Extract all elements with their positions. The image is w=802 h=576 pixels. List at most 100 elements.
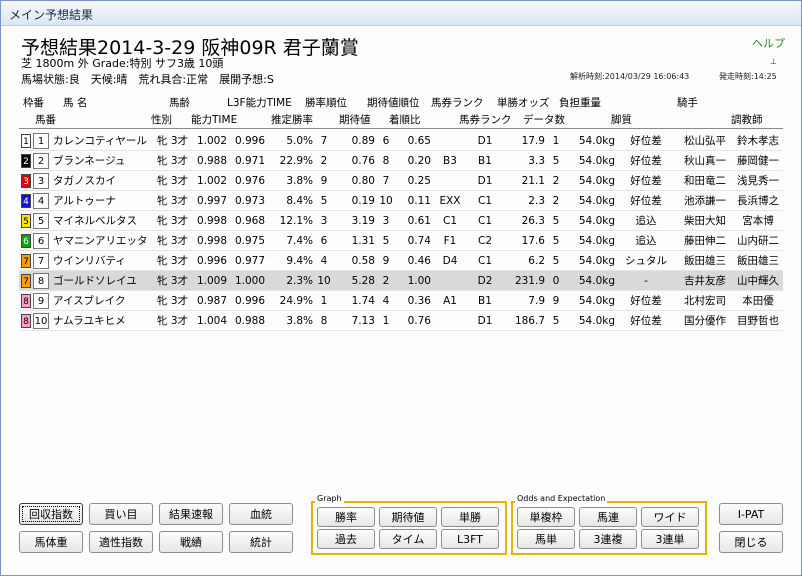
horse-name: ヤマニンアリエッタ — [53, 230, 157, 251]
trainer: 山中輝久 — [733, 270, 783, 291]
table-row[interactable]: 1 1 カレンコティヤール牝 3才 1.002 0.996 5.0% 7 0.89 6 0.65 D… — [19, 131, 783, 151]
ability-time: 0.988 — [227, 310, 265, 331]
horse-number: 9 — [33, 292, 49, 309]
data-count: 1 — [545, 131, 567, 151]
burden-weight: 54.0kg — [567, 250, 615, 271]
track-conditions: 馬場状態:良 天候:晴 荒れ具合:正常 展開予想:S — [21, 73, 274, 86]
est-prob: 8.4% — [265, 190, 313, 211]
sex-age: 牝 3才 — [157, 270, 193, 291]
analysis-time: 解析時刻:2014/03/29 16:06:43 — [570, 72, 690, 81]
bet-mark — [431, 131, 469, 151]
data-count: 0 — [545, 270, 567, 291]
recovery-index-button[interactable]: 回収指数 — [19, 503, 83, 525]
prob-rank: 10 — [313, 270, 335, 291]
horse-weight-button[interactable]: 馬体重 — [19, 531, 83, 553]
win-odds: 7.9 — [501, 290, 545, 311]
odds-wide-button[interactable]: ワイド — [641, 507, 699, 527]
graph-win-button[interactable]: 単勝 — [441, 507, 499, 527]
finish-ratio: 0.25 — [397, 170, 431, 191]
hdr-umaban: 馬番 — [35, 114, 56, 126]
close-button[interactable]: 閉じる — [719, 531, 783, 553]
table-row[interactable]: 7 8 ゴールドソレイユ牝 3才 1.009 1.000 2.3% 10 5.28 2 1.00 D… — [19, 270, 783, 291]
burden-weight: 54.0kg — [567, 310, 615, 331]
expected-value: 5.28 — [335, 270, 375, 291]
l3f-time: 1.009 — [193, 270, 227, 291]
graph-l3ft-button[interactable]: L3FT — [441, 529, 499, 549]
frame-number-cell: 78 — [19, 270, 53, 291]
graph-past-button[interactable]: 過去 — [317, 529, 375, 549]
table-row[interactable]: 8 10 ナムラユキヒメ牝 3才 1.004 0.988 3.8% 8 7.13 1 0.76 D1… — [19, 310, 783, 331]
graph-win-rate-button[interactable]: 勝率 — [317, 507, 375, 527]
title-bar[interactable]: メイン予想結果 — [1, 1, 801, 26]
sex-age: 牝 3才 — [157, 150, 193, 171]
horse-name: マイネルベルタス — [53, 210, 157, 231]
burden-weight: 54.0kg — [567, 210, 615, 231]
bet-rank: C1 — [469, 210, 501, 231]
graph-expectation-button[interactable]: 期待値 — [379, 507, 437, 527]
ipat-button[interactable]: I-PAT — [719, 503, 783, 525]
table-row[interactable]: 5 5 マイネルベルタス牝 3才 0.998 0.968 12.1% 3 3.19 3 0.61 C… — [19, 210, 783, 231]
prob-rank: 2 — [313, 150, 335, 171]
data-count: 2 — [545, 190, 567, 211]
hdr-bet-rank: 馬券ランク — [431, 97, 484, 109]
horse-name: タガノスカイ — [53, 170, 157, 191]
burden-weight: 54.0kg — [567, 270, 615, 291]
bet-rank: D1 — [469, 310, 501, 331]
finish-ratio: 0.20 — [397, 150, 431, 171]
table-row[interactable]: 8 9 アイスブレイク牝 3才 0.987 0.996 24.9% 1 1.74 4 0.36 A1… — [19, 290, 783, 311]
bloodline-button[interactable]: 血統 — [229, 503, 293, 525]
table-row[interactable]: 2 2 ブランネージュ牝 3才 0.988 0.971 22.9% 2 0.76 8 0.20 B3… — [19, 150, 783, 171]
jockey: 池添謙一 — [677, 190, 733, 211]
odds-group-label: Odds and Expectation — [515, 494, 608, 503]
sex-age: 牝 3才 — [157, 210, 193, 231]
win-odds: 26.3 — [501, 210, 545, 231]
odds-exacta-button[interactable]: 馬単 — [517, 529, 575, 549]
leg-style: 好位差 — [615, 150, 677, 171]
prob-rank: 4 — [313, 250, 335, 271]
burden-weight: 54.0kg — [567, 170, 615, 191]
table-row[interactable]: 6 6 ヤマニンアリエッタ牝 3才 0.998 0.975 7.4% 6 1.31 5 0.74 F… — [19, 230, 783, 251]
exp-rank: 4 — [375, 290, 397, 311]
bet-rank: C2 — [469, 230, 501, 251]
sex-age: 牝 3才 — [157, 250, 193, 271]
hdr-name: 馬 名 — [63, 97, 88, 109]
ability-time: 0.975 — [227, 230, 265, 251]
graph-time-button[interactable]: タイム — [379, 529, 437, 549]
odds-trio-button[interactable]: 3連複 — [579, 529, 637, 549]
pin-icon[interactable]: ⊥ — [770, 57, 777, 66]
record-button[interactable]: 戦績 — [159, 531, 223, 553]
stats-button[interactable]: 統計 — [229, 531, 293, 553]
hdr-ability: 能力TIME — [191, 114, 238, 126]
table-row[interactable]: 7 7 ウインリバティ牝 3才 0.996 0.977 9.4% 4 0.58 9 0.46 D4 C… — [19, 250, 783, 271]
odds-win-place-frame-button[interactable]: 単複枠 — [517, 507, 575, 527]
jockey: 北村宏司 — [677, 290, 733, 311]
l3f-time: 0.998 — [193, 210, 227, 231]
exp-rank: 8 — [375, 150, 397, 171]
help-link[interactable]: ヘルプ — [752, 35, 785, 51]
expected-value: 1.31 — [335, 230, 375, 251]
table-row[interactable]: 4 4 アルトゥーナ牝 3才 0.997 0.973 8.4% 5 0.19 10 0.11 EXX… — [19, 190, 783, 211]
odds-trifecta-button[interactable]: 3連単 — [641, 529, 699, 549]
odds-quinella-button[interactable]: 馬連 — [579, 507, 637, 527]
table-row[interactable]: 3 3 タガノスカイ牝 3才 1.002 0.976 3.8% 9 0.80 7 0.25 D1 21… — [19, 170, 783, 191]
aptitude-index-button[interactable]: 適性指数 — [89, 531, 153, 553]
leg-style: 追込 — [615, 210, 677, 231]
data-count: 9 — [545, 290, 567, 311]
est-prob: 5.0% — [265, 131, 313, 151]
frame-number-cell: 33 — [19, 170, 53, 191]
l3f-time: 1.004 — [193, 310, 227, 331]
result-flash-button[interactable]: 結果速報 — [159, 503, 223, 525]
kaime-button[interactable]: 買い目 — [89, 503, 153, 525]
start-time: 発走時刻:14:25 — [719, 72, 777, 81]
hdr-age: 馬齢 — [169, 97, 190, 109]
jockey: 秋山真一 — [677, 150, 733, 171]
leg-style: 好位差 — [615, 290, 677, 311]
trainer: 浅見秀一 — [733, 170, 783, 191]
est-prob: 3.8% — [265, 170, 313, 191]
exp-rank: 7 — [375, 170, 397, 191]
jockey: 吉井友彦 — [677, 270, 733, 291]
trainer: 目野哲也 — [733, 310, 783, 331]
burden-weight: 54.0kg — [567, 290, 615, 311]
horse-name: ゴールドソレイユ — [53, 270, 157, 291]
leg-style: シュタル — [615, 250, 677, 271]
